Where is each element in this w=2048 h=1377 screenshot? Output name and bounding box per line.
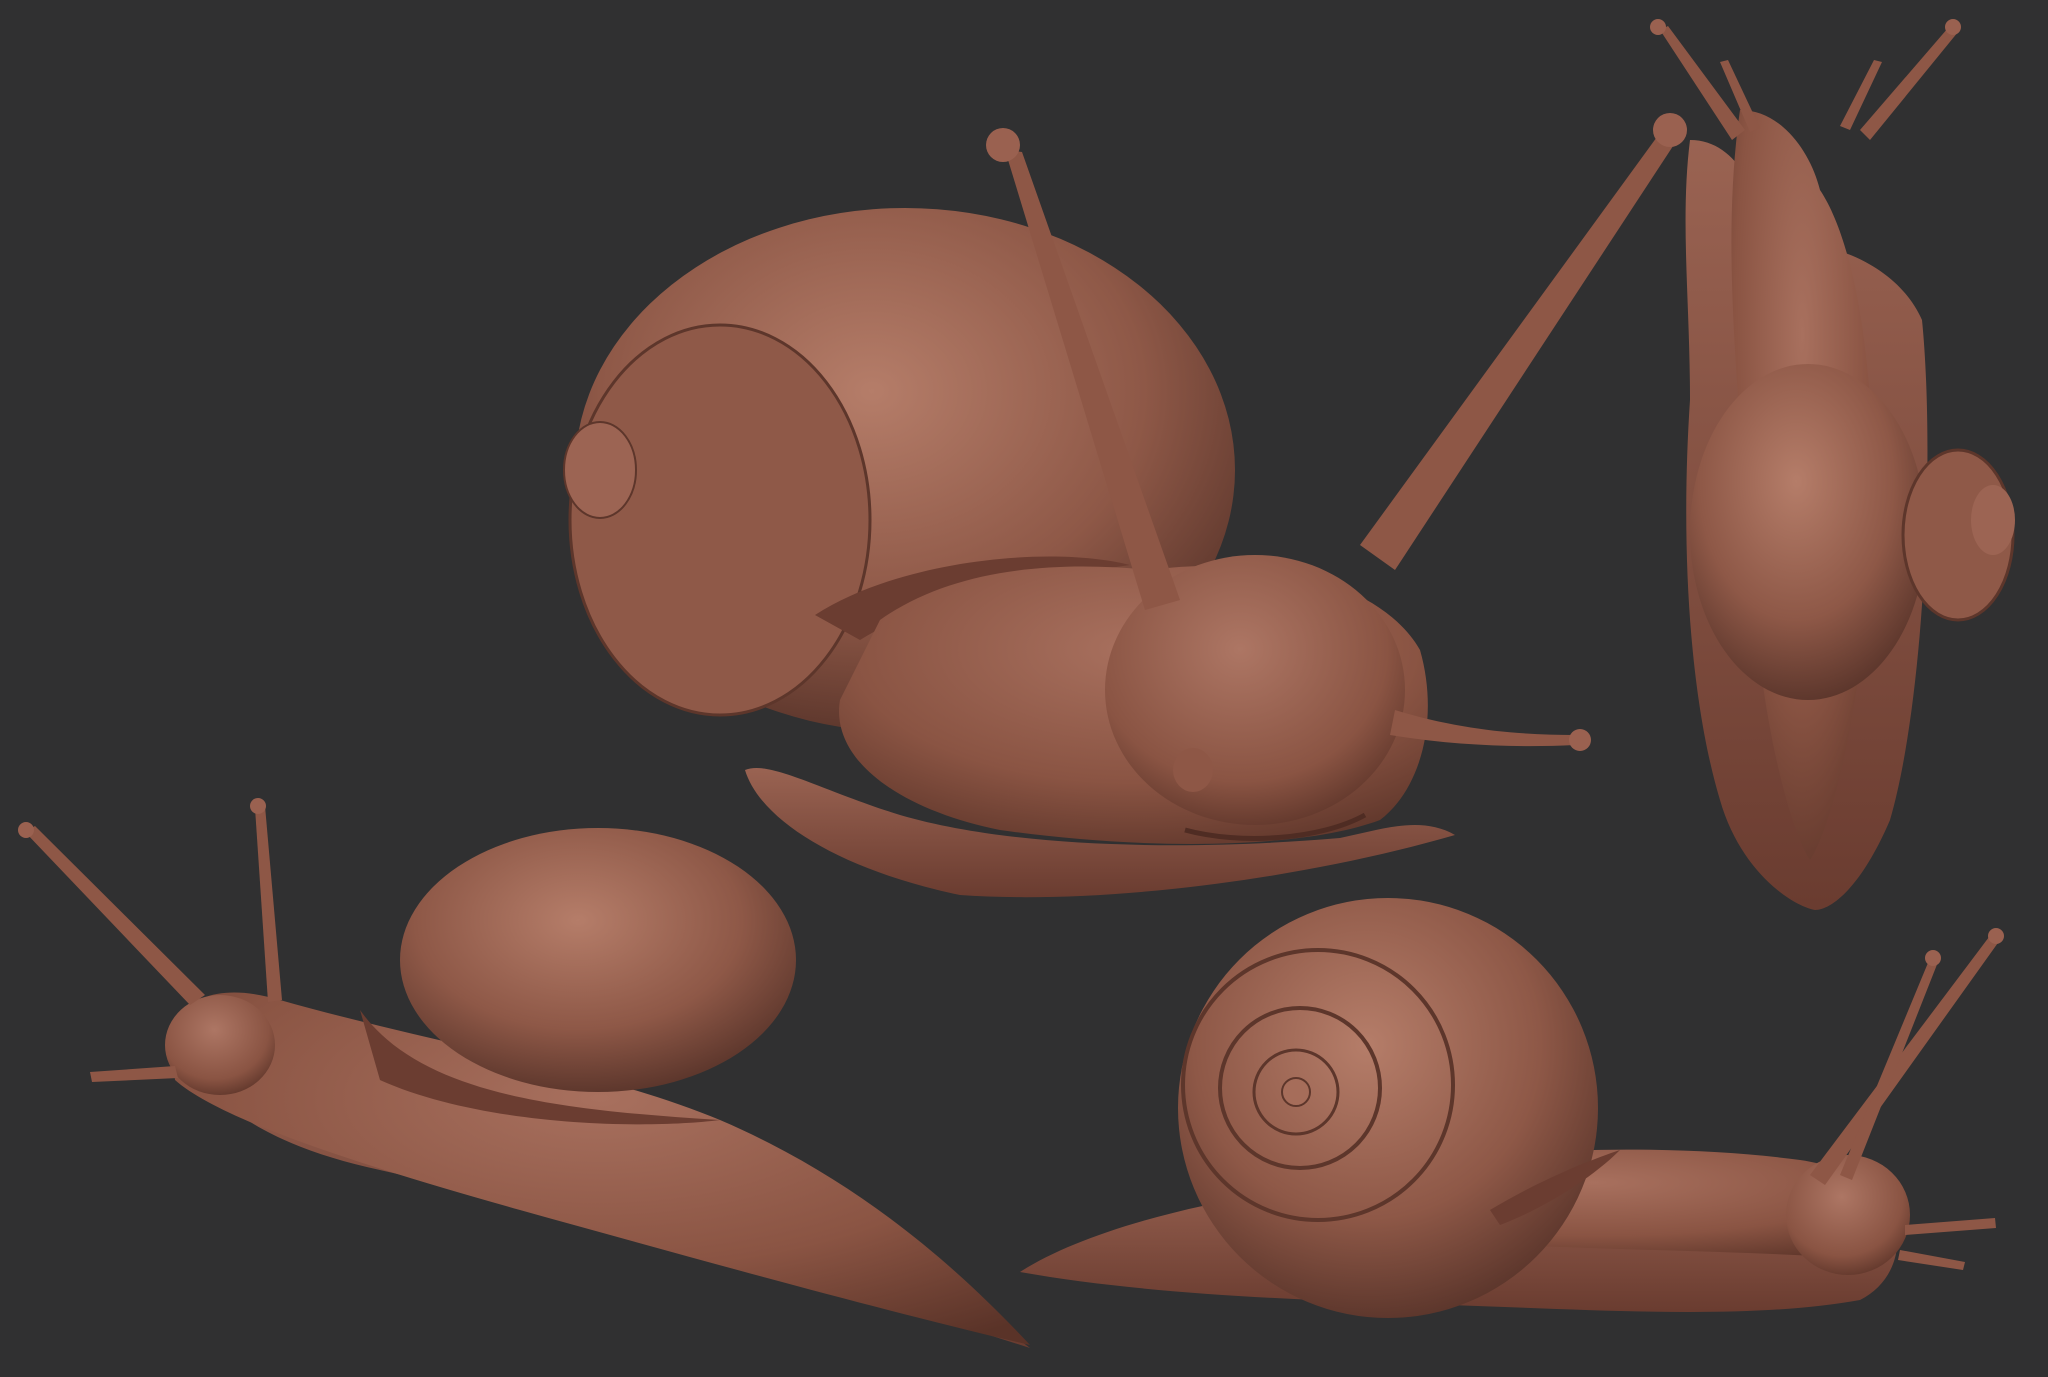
right-shell-apex [1281, 1077, 1311, 1107]
right-eye-stalk-2 [1840, 958, 1938, 1180]
front-shell-apex [563, 421, 637, 519]
top-shell [1690, 364, 1926, 700]
left-eye-stalk-1 [25, 826, 205, 1005]
right-eye-stalk-1 [1810, 933, 2000, 1185]
snail-sculpt-canvas [18, 19, 2015, 1348]
left-head [165, 995, 275, 1095]
front-right-eye-tip [1653, 113, 1687, 147]
right-shell [1178, 898, 1598, 1318]
top-right-eye-stalk [1860, 28, 1958, 140]
front-lower-tentacle-left [1173, 748, 1213, 792]
front-lower-tentacle-right-tip [1569, 729, 1591, 751]
left-shell [400, 828, 796, 1092]
snail-front-view [563, 113, 1687, 898]
snail-left-side-view [18, 798, 1030, 1348]
left-eye-stalk-2 [255, 806, 282, 1002]
left-lower-tentacle [90, 1066, 178, 1082]
snail-top-view [1650, 19, 2015, 910]
top-shell-apex [1971, 485, 2015, 555]
right-eye-stalk-1-tip [1988, 928, 2004, 944]
left-eye-stalk-1-tip [18, 822, 34, 838]
left-eye-stalk-2-tip [250, 798, 266, 814]
right-eye-stalk-2-tip [1925, 950, 1941, 966]
top-left-eye-tip [1650, 19, 1666, 35]
front-left-eye-tip [986, 128, 1020, 162]
front-right-eye-stalk [1360, 130, 1677, 570]
snail-right-side-view [1020, 898, 2004, 1318]
right-lower-tentacle-1 [1905, 1218, 1996, 1235]
right-lower-tentacle-2 [1898, 1250, 1965, 1270]
front-shell-whorl [568, 323, 872, 717]
top-right-eye-tip [1945, 19, 1961, 35]
